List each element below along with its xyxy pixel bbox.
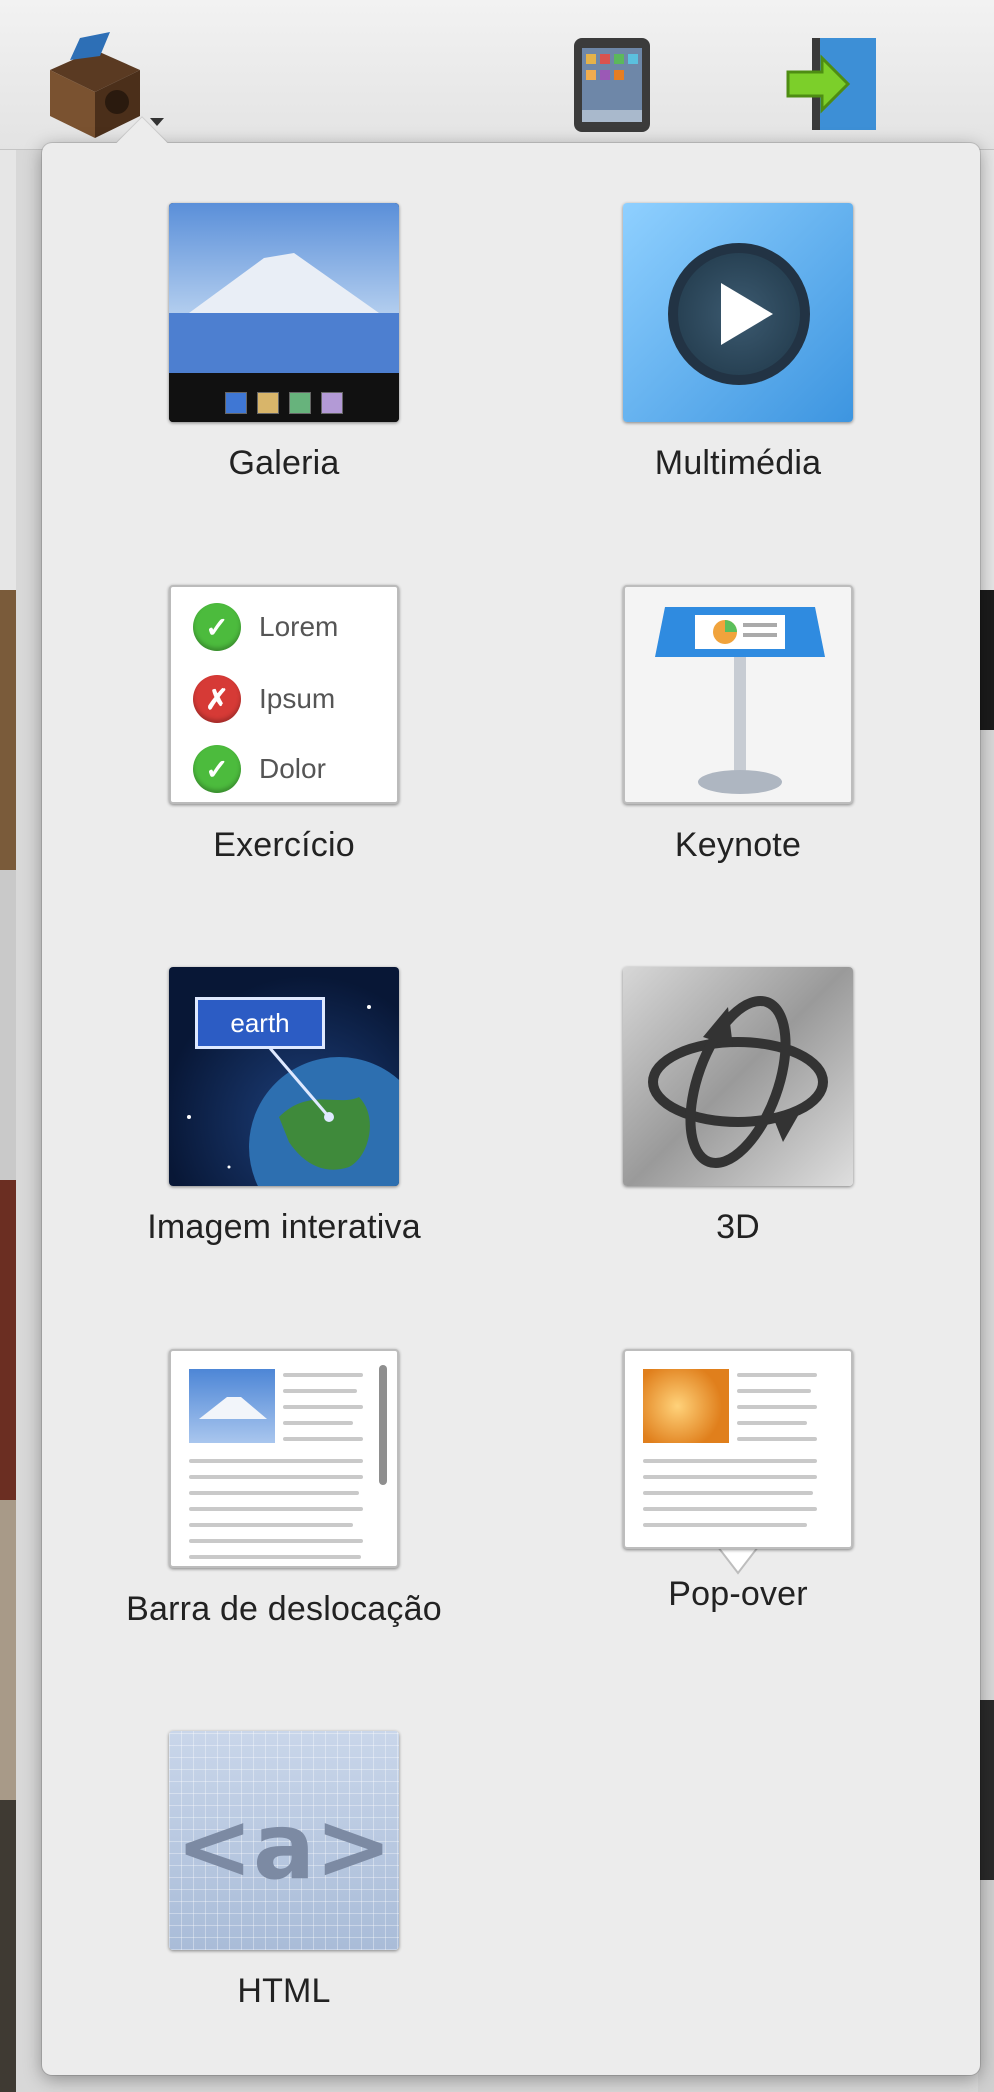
check-icon: ✓ <box>193 745 241 793</box>
ipad-icon <box>574 38 650 132</box>
widgets-menu-button[interactable] <box>40 30 170 140</box>
widget-galeria[interactable]: Galeria <box>58 143 510 483</box>
widget-label: Imagem interativa <box>147 1208 421 1246</box>
widget-label: Galeria <box>228 444 340 482</box>
export-button[interactable] <box>782 34 892 134</box>
widget-multimedia[interactable]: Multimédia <box>512 143 964 483</box>
html-widget-icon: <a> <box>169 1731 399 1950</box>
checklist-row: Ipsum <box>259 683 336 714</box>
media-play-icon <box>623 203 853 422</box>
widget-box-icon <box>50 32 164 138</box>
widget-label: 3D <box>716 1208 760 1246</box>
html-code-glyph: <a> <box>175 1792 393 1900</box>
widget-grid: Galeria Multimédia ✓ Lorem ✗ Ipsum ✓ Dol… <box>42 143 980 2075</box>
background-left-edge <box>0 0 16 2092</box>
review-checklist-icon: ✓ Lorem ✗ Ipsum ✓ Dolor <box>169 585 399 804</box>
hotspot-tag: earth <box>195 997 325 1049</box>
preview-device-button[interactable] <box>568 34 658 134</box>
widget-label: HTML <box>237 1972 331 2010</box>
check-icon: ✓ <box>193 603 241 651</box>
widget-3d[interactable]: 3D <box>512 907 964 1247</box>
widget-imagem-interativa[interactable]: earth Imagem interativa <box>58 907 510 1247</box>
widget-label: Exercício <box>213 826 355 864</box>
widget-pop-over[interactable]: Pop-over <box>512 1289 964 1629</box>
widget-barra-de-deslocacao[interactable]: Barra de deslocação <box>58 1289 510 1629</box>
widgets-popover: Galeria Multimédia ✓ Lorem ✗ Ipsum ✓ Dol… <box>42 143 980 2075</box>
checklist-row: Lorem <box>259 611 339 642</box>
background-right-edge <box>978 0 994 2092</box>
widget-label: Keynote <box>674 826 802 864</box>
widget-label: Multimédia <box>654 444 822 482</box>
checklist-row: Dolor <box>259 753 326 784</box>
scrolling-sidebar-icon <box>169 1349 399 1568</box>
keynote-podium-icon <box>623 585 853 804</box>
gallery-icon <box>169 203 399 422</box>
export-arrow-icon <box>786 38 876 130</box>
interactive-image-icon: earth <box>169 967 399 1186</box>
widget-html[interactable]: <a> HTML <box>58 1671 510 2011</box>
3d-rotate-icon <box>623 967 853 1186</box>
widget-exercicio[interactable]: ✓ Lorem ✗ Ipsum ✓ Dolor Exercício <box>58 525 510 865</box>
popover-icon <box>623 1349 853 1549</box>
widget-label: Pop-over <box>668 1575 808 1613</box>
cross-icon: ✗ <box>193 675 241 723</box>
widget-label: Barra de deslocação <box>126 1590 442 1628</box>
widget-keynote[interactable]: Keynote <box>512 525 964 865</box>
popover-pointer <box>718 1547 758 1575</box>
